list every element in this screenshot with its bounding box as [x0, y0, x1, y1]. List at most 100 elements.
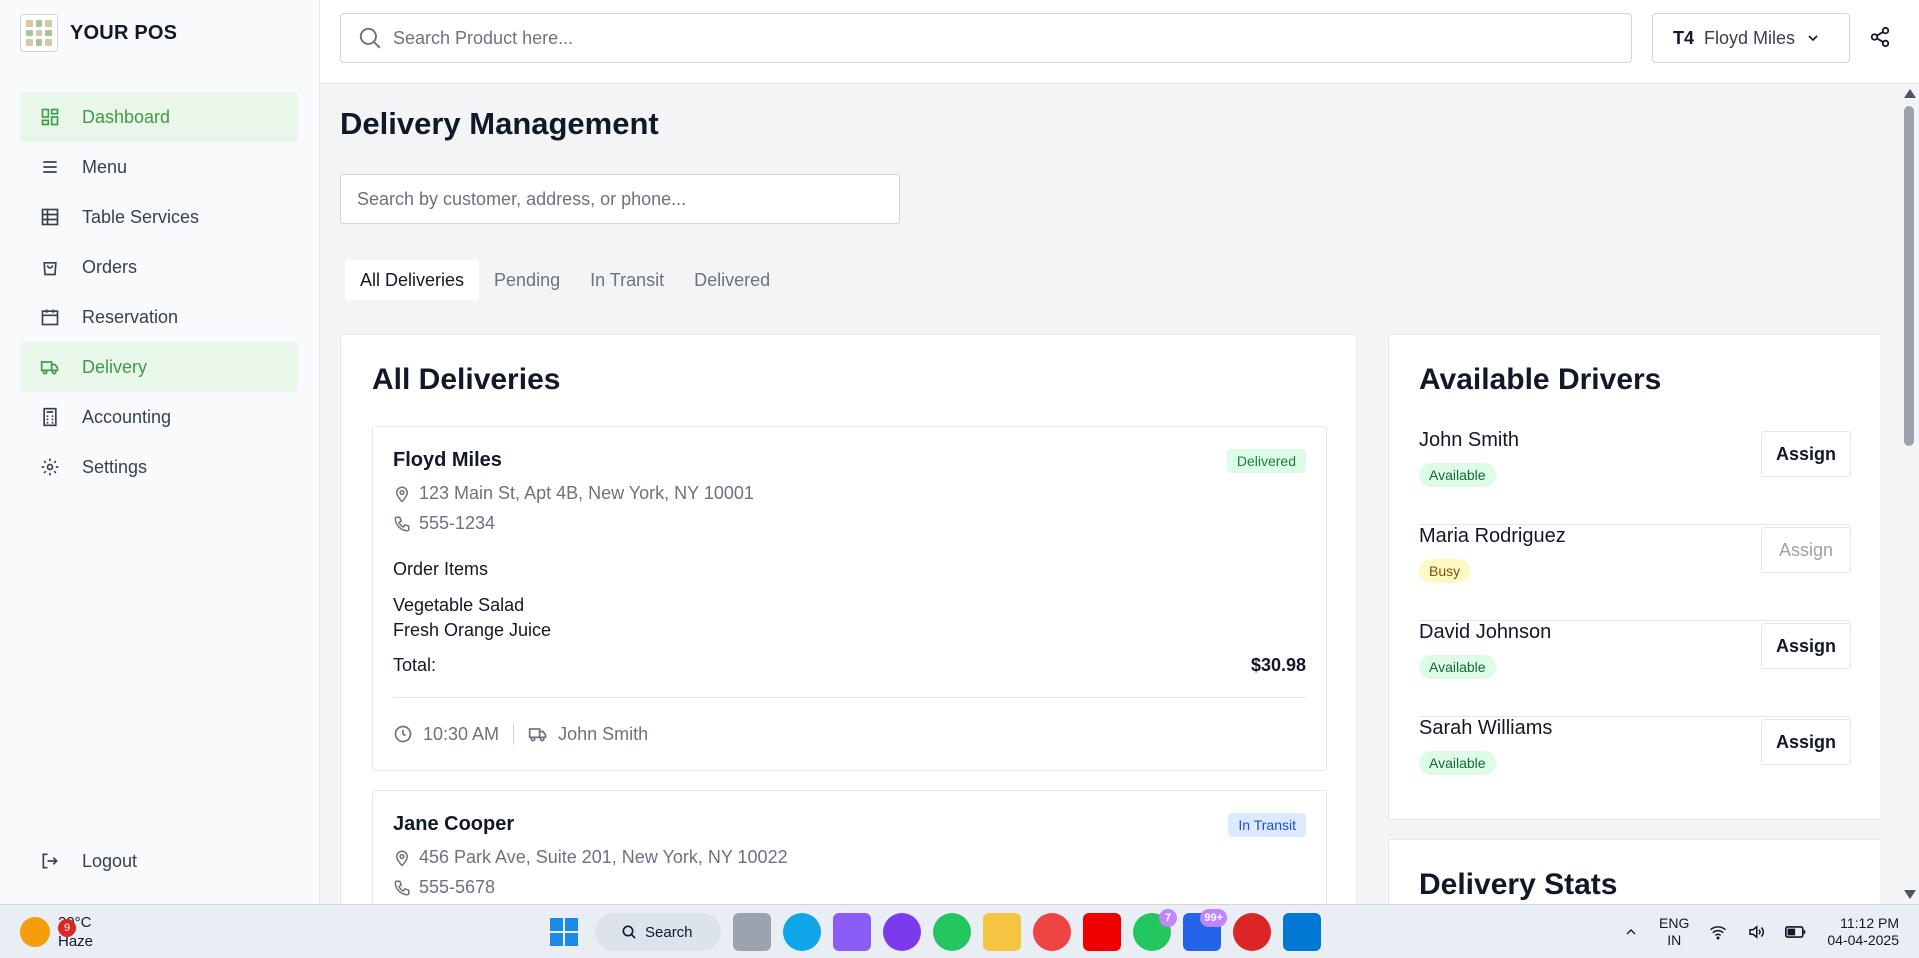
stats-title: Delivery Stats [1419, 868, 1618, 901]
volume-icon[interactable] [1747, 923, 1765, 941]
address-row: 123 Main St, Apt 4B, New York, NY 10001 [393, 483, 754, 504]
tor-browser-icon[interactable] [883, 913, 921, 951]
sidebar-item-label: Dashboard [82, 106, 171, 127]
chrome-icon[interactable] [1033, 913, 1071, 951]
clock[interactable]: 11:12 PM 04-04-2025 [1827, 915, 1899, 949]
product-search-input[interactable] [393, 27, 1593, 49]
chevron-up-icon[interactable] [1623, 924, 1639, 940]
tab-in-transit[interactable]: In Transit [575, 260, 679, 300]
calendar-icon [41, 309, 59, 326]
phone: 555-1234 [419, 513, 496, 533]
share-icon[interactable] [1869, 26, 1891, 48]
region-code: IN [1667, 932, 1682, 948]
wifi-icon[interactable] [1709, 923, 1727, 941]
dashboard-icon [41, 108, 59, 126]
sidebar-item-label: Menu [82, 156, 128, 177]
weather-widget[interactable]: 9 29°C Haze [20, 913, 93, 951]
clock-icon [394, 725, 412, 743]
edge-browser-icon[interactable] [783, 913, 821, 951]
address-row: 456 Park Ave, Suite 201, New York, NY 10… [393, 847, 788, 868]
sidebar-item-menu[interactable]: Menu [20, 142, 298, 192]
table-customer-select[interactable]: T4 Floyd Miles [1652, 13, 1850, 63]
delivery-meta: 10:30 AM John Smith [393, 723, 648, 745]
delivery-search-input[interactable] [357, 188, 877, 210]
battery-icon[interactable] [1785, 923, 1807, 941]
table-code: T4 [1673, 27, 1695, 48]
task-view-icon[interactable] [733, 913, 771, 951]
search-icon [359, 27, 381, 49]
brand[interactable]: YOUR POS [20, 14, 177, 52]
app-name: YOUR POS [70, 21, 178, 44]
windows-start-icon[interactable] [545, 913, 583, 951]
sidebar-item-dashboard[interactable]: Dashboard [20, 92, 298, 142]
spotify-icon[interactable] [933, 913, 971, 951]
order-items-label: Order Items [393, 559, 489, 579]
sidebar-item-orders[interactable]: Orders [20, 242, 298, 292]
delivery-search[interactable] [340, 174, 900, 224]
bag-icon [43, 262, 57, 276]
order-item: Vegetable Salad [393, 595, 525, 615]
total-label: Total: [393, 655, 437, 675]
driver-status-badge: Busy [1419, 559, 1471, 583]
outlook-badge: 99+ [1200, 909, 1227, 927]
product-search[interactable] [340, 13, 1632, 63]
driver-name: David Johnson [1419, 621, 1552, 643]
gear-icon [41, 458, 59, 476]
sidebar-item-label: Settings [82, 456, 148, 477]
page-scrollbar[interactable] [1900, 84, 1919, 904]
main-content: Delivery Management All Deliveries Pendi… [340, 84, 1880, 904]
logout-button[interactable]: Logout [20, 836, 298, 886]
assign-button[interactable]: Assign [1761, 431, 1851, 477]
sidebar-item-table-services[interactable]: Table Services [20, 192, 298, 242]
taskbar-search[interactable]: Search [595, 913, 721, 951]
chevron-down-icon [1808, 35, 1818, 42]
system-tray: ENG IN 11:12 PM 04-04-2025 [1623, 915, 1899, 949]
taskbar-search-label: Search [645, 923, 693, 941]
tab-all-deliveries[interactable]: All Deliveries [345, 260, 480, 300]
truck-icon [528, 728, 547, 742]
tab-pending[interactable]: Pending [479, 260, 575, 300]
phone-icon [394, 516, 410, 532]
scroll-thumb[interactable] [1904, 106, 1914, 446]
search-icon [622, 925, 636, 939]
vscode-icon[interactable] [1283, 913, 1321, 951]
truck-icon [40, 361, 59, 375]
menu-icon [43, 161, 57, 173]
copilot-icon[interactable] [833, 913, 871, 951]
order-item: Fresh Orange Juice [393, 620, 552, 640]
sidebar-item-reservation[interactable]: Reservation [20, 292, 298, 342]
scroll-down-arrow[interactable] [1904, 890, 1916, 899]
assign-button[interactable]: Assign [1761, 719, 1851, 765]
address: 123 Main St, Apt 4B, New York, NY 10001 [419, 483, 754, 503]
outlook-icon[interactable]: 99+ [1183, 909, 1227, 951]
file-explorer-icon[interactable] [983, 913, 1021, 951]
customer-name: Floyd Miles [393, 449, 502, 471]
tab-delivered[interactable]: Delivered [679, 260, 785, 300]
taskbar-apps: Search 7 99+ [545, 909, 1321, 951]
map-pin-icon [395, 850, 409, 867]
address: 456 Park Ave, Suite 201, New York, NY 10… [419, 847, 788, 867]
delivery-tabs: All Deliveries Pending In Transit Delive… [345, 260, 785, 300]
sidebar-item-settings[interactable]: Settings [20, 442, 298, 492]
whatsapp-icon[interactable]: 7 [1133, 909, 1177, 951]
delivery-card[interactable]: Jane Cooper In Transit 456 Park Ave, Sui… [372, 790, 1327, 904]
phone-icon [394, 880, 410, 896]
os-taskbar: 9 29°C Haze Search 7 99+ E [0, 904, 1919, 958]
deliveries-panel: All Deliveries Floyd Miles Delivered 123… [340, 334, 1357, 904]
divider [393, 697, 1306, 698]
scroll-up-arrow[interactable] [1904, 89, 1916, 98]
assign-button[interactable]: Assign [1761, 623, 1851, 669]
calculator-icon [43, 407, 57, 427]
delivery-time: 10:30 AM [423, 723, 500, 744]
chrome-profile-icon[interactable] [1233, 913, 1271, 951]
sidebar-item-delivery[interactable]: Delivery [20, 342, 298, 392]
sidebar-item-accounting[interactable]: Accounting [20, 392, 298, 442]
youtube-icon[interactable] [1083, 913, 1121, 951]
meta-separator [513, 723, 515, 745]
delivery-card[interactable]: Floyd Miles Delivered 123 Main St, Apt 4… [372, 426, 1327, 771]
language-indicator[interactable]: ENG IN [1659, 915, 1689, 949]
selected-customer: Floyd Miles [1704, 27, 1796, 48]
delivery-stats-panel: Delivery Stats [1388, 839, 1880, 904]
clock-date: 04-04-2025 [1827, 932, 1899, 948]
top-bar: T4 Floyd Miles [320, 0, 1919, 84]
